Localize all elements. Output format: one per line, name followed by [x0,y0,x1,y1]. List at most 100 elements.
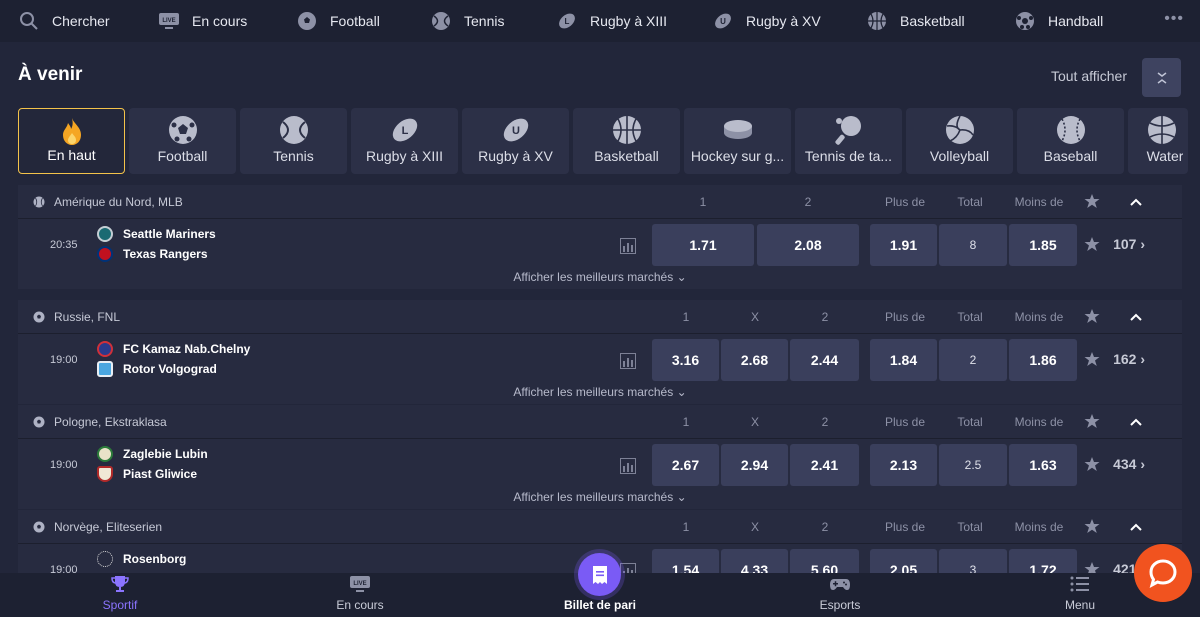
match-row[interactable]: 19:00 Zaglebie Lubin Piast Gliwice 2.67 … [18,439,1182,516]
svg-text:L: L [401,125,408,137]
chat-button[interactable] [1134,544,1192,602]
odd-button[interactable]: 1.85 [1009,224,1077,266]
nav-rugby-league[interactable]: L Rugby à XIII [556,0,712,42]
nav-search[interactable]: Chercher [18,0,158,42]
odd-button[interactable]: 2.94 [721,444,788,486]
bottom-nav-esports[interactable]: Esports [720,573,960,617]
betslip-icon [592,565,607,584]
bottom-nav-live[interactable]: LIVE En cours [240,573,480,617]
star-icon[interactable] [1084,413,1100,432]
sport-tile-football[interactable]: Football [129,108,236,174]
nav-football[interactable]: Football [296,0,430,42]
collapse-button[interactable] [1142,58,1181,97]
league-name: Norvège, Eliteserien [54,520,163,534]
star-icon[interactable] [1084,351,1100,372]
more-markets-count[interactable]: 107 › [1113,236,1145,252]
sport-tile-ice-hockey[interactable]: Hockey sur g... [684,108,791,174]
odd-button[interactable]: 2.41 [790,444,859,486]
football-icon [33,311,45,323]
bottom-nav-sports[interactable]: Sportif [0,573,240,617]
odd-button[interactable]: 2.05 [870,549,937,573]
svg-text:L: L [565,17,570,26]
baseball-icon [33,196,45,208]
markets-count: 107 [1113,236,1137,252]
column-header: Moins de [1014,310,1064,324]
team-logo-icon [97,361,113,377]
sport-tile-label: Volleyball [929,148,990,164]
sport-tile-water-polo[interactable]: Water [1128,108,1188,174]
nav-tennis[interactable]: Tennis [430,0,556,42]
column-header: Plus de [884,520,926,534]
sport-tile-label: Rugby à XIII [365,148,444,164]
league-header: Pologne, Ekstraklasa 1 X 2 Plus de Total… [18,405,1182,439]
odd-button[interactable]: 2.67 [652,444,719,486]
nav-handball[interactable]: Handball [1014,0,1144,42]
top-navigation: Chercher LIVE En cours Football Tennis L… [0,0,1200,42]
live-tv-icon: LIVE [158,10,180,32]
odd-button[interactable]: 2.44 [790,339,859,381]
nav-basketball[interactable]: Basketball [866,0,1014,42]
sport-tile-tennis[interactable]: Tennis [240,108,347,174]
column-header: Plus de [884,415,926,429]
search-icon [18,10,40,32]
odd-button[interactable]: 5.60 [790,549,859,573]
stats-chart-icon[interactable] [620,238,636,254]
chevron-up-icon[interactable] [1129,311,1143,325]
odd-button[interactable]: 1.71 [652,224,754,266]
match-row[interactable]: 20:35 Seattle Mariners Texas Rangers 1.7… [18,219,1182,296]
star-icon[interactable] [1084,561,1100,573]
sport-tile-table-tennis[interactable]: Tennis de ta... [795,108,902,174]
match-row[interactable]: 19:00 FC Kamaz Nab.Chelny Rotor Volgogra… [18,334,1182,411]
sport-tile-rugby-league[interactable]: L Rugby à XIII [351,108,458,174]
odd-button[interactable]: 1.54 [652,549,719,573]
odd-button[interactable]: 2.13 [870,444,937,486]
more-icon[interactable]: ••• [1164,10,1184,28]
star-icon[interactable] [1084,236,1100,257]
star-icon[interactable] [1084,456,1100,477]
sport-tile-rugby-union[interactable]: U Rugby à XV [462,108,569,174]
chevron-up-icon[interactable] [1129,196,1143,210]
star-icon[interactable] [1084,308,1100,327]
sport-tile-volleyball[interactable]: Volleyball [906,108,1013,174]
best-markets-link[interactable]: Afficher les meilleurs marchés ⌄ [18,490,1182,504]
column-header: 1 [682,310,690,324]
star-icon[interactable] [1084,193,1100,212]
sport-tile-top[interactable]: En haut [18,108,125,174]
best-markets-link[interactable]: Afficher les meilleurs marchés ⌄ [18,270,1182,284]
nav-label: En cours [192,13,248,29]
stats-chart-icon[interactable] [620,563,636,573]
odd-button[interactable]: 3.16 [652,339,719,381]
more-markets-count[interactable]: 434 › [1113,456,1145,472]
best-markets-link[interactable]: Afficher les meilleurs marchés ⌄ [18,385,1182,399]
stats-chart-icon[interactable] [620,353,636,369]
odd-button[interactable]: 1.72 [1009,549,1077,573]
sport-tile-baseball[interactable]: Baseball [1017,108,1124,174]
table-tennis-icon [834,115,864,145]
odd-button[interactable]: 1.86 [1009,339,1077,381]
league-block: Russie, FNL 1 X 2 Plus de Total Moins de… [18,300,1182,404]
odd-button[interactable]: 4.33 [721,549,788,573]
league-name: Russie, FNL [54,310,121,324]
stats-chart-icon[interactable] [620,458,636,474]
rugby-league-icon: L [390,115,420,145]
sport-tile-label: Water [1146,148,1184,164]
show-all-link[interactable]: Tout afficher [1051,68,1127,84]
chevron-up-icon[interactable] [1129,521,1143,535]
odd-button[interactable]: 2.08 [757,224,859,266]
star-icon[interactable] [1084,518,1100,537]
betslip-button[interactable] [578,553,621,596]
team-name: Rosenborg [123,552,187,566]
nav-live[interactable]: LIVE En cours [158,0,296,42]
main-content: À venir Tout afficher En haut Football T… [0,42,1200,573]
odd-button[interactable]: 1.91 [870,224,937,266]
odd-button[interactable]: 1.63 [1009,444,1077,486]
chevron-up-icon[interactable] [1129,416,1143,430]
baseball-icon [1056,115,1086,145]
odd-button[interactable]: 2.68 [721,339,788,381]
sport-tile-basketball[interactable]: Basketball [573,108,680,174]
nav-rugby-union[interactable]: U Rugby à XV [712,0,866,42]
more-markets-count[interactable]: 162 › [1113,351,1145,367]
league-name: Amérique du Nord, MLB [54,195,183,209]
column-header: Plus de [884,310,926,324]
odd-button[interactable]: 1.84 [870,339,937,381]
